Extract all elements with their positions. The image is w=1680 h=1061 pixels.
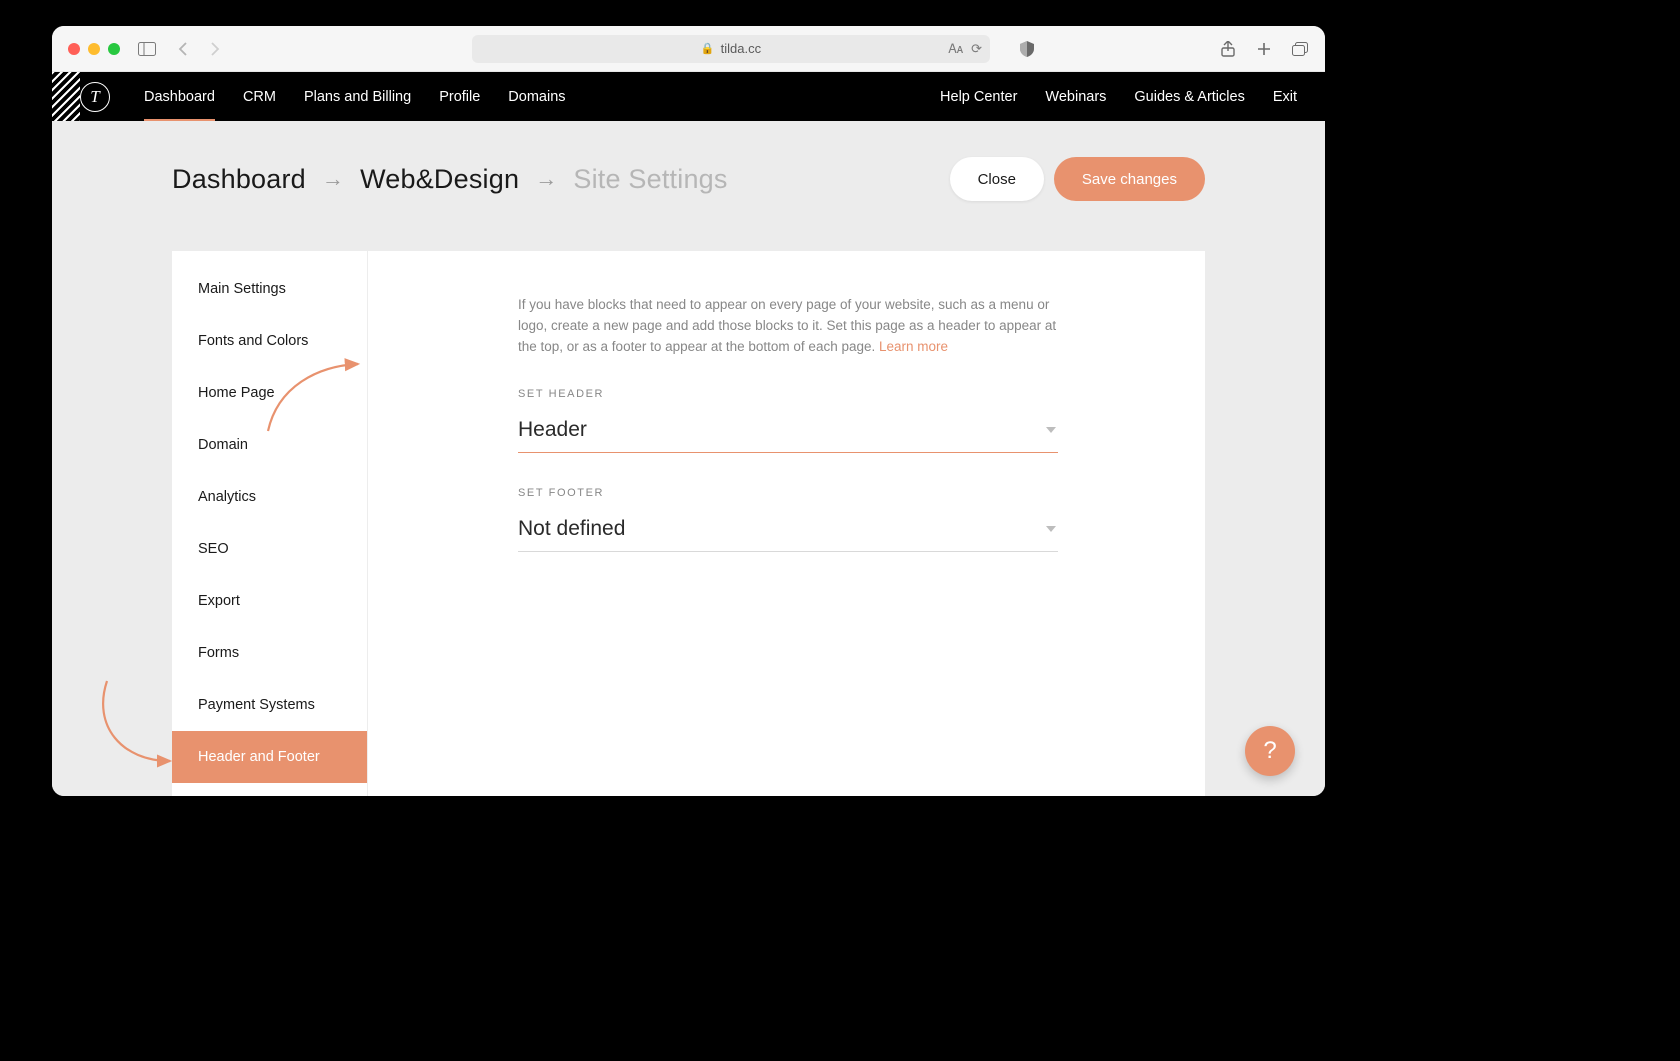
close-window-button[interactable] [68, 43, 80, 55]
sidebar-toggle-icon[interactable] [138, 40, 156, 58]
browser-window: 🔒 tilda.cc 🗛 ⟳ [52, 26, 1325, 796]
header-select[interactable]: Header [518, 412, 1058, 453]
page-header: Dashboard → Web&Design → Site Settings C… [52, 121, 1325, 201]
set-footer-label: SET FOOTER [518, 487, 1133, 499]
breadcrumb-item[interactable]: Dashboard [172, 164, 306, 195]
sidebar-item-payment-systems[interactable]: Payment Systems [172, 679, 367, 731]
sidebar-item-domain[interactable]: Domain [172, 419, 367, 471]
footer-select-value: Not defined [518, 517, 625, 541]
settings-content: If you have blocks that need to appear o… [368, 251, 1205, 796]
chevron-right-icon: → [535, 166, 557, 192]
footer-select[interactable]: Not defined [518, 511, 1058, 552]
nav-profile[interactable]: Profile [439, 89, 480, 105]
set-header-group: SET HEADER Header [518, 388, 1133, 453]
breadcrumb-current: Site Settings [573, 164, 727, 195]
settings-panel: Main Settings Fonts and Colors Home Page… [172, 251, 1205, 796]
nav-plans-billing[interactable]: Plans and Billing [304, 89, 411, 105]
save-changes-button[interactable]: Save changes [1054, 157, 1205, 201]
sidebar-item-analytics[interactable]: Analytics [172, 471, 367, 523]
nav-guides-articles[interactable]: Guides & Articles [1134, 89, 1244, 105]
shield-icon[interactable] [1018, 40, 1036, 58]
maximize-window-button[interactable] [108, 43, 120, 55]
breadcrumb: Dashboard → Web&Design → Site Settings [172, 164, 728, 195]
url-bar[interactable]: 🔒 tilda.cc 🗛 ⟳ [472, 35, 990, 63]
app-top-nav: T Dashboard CRM Plans and Billing Profil… [52, 72, 1325, 121]
set-footer-group: SET FOOTER Not defined [518, 487, 1133, 552]
minimize-window-button[interactable] [88, 43, 100, 55]
sidebar-item-seo[interactable]: SEO [172, 523, 367, 575]
nav-crm[interactable]: CRM [243, 89, 276, 105]
section-description: If you have blocks that need to appear o… [518, 295, 1058, 358]
nav-webinars[interactable]: Webinars [1045, 89, 1106, 105]
back-button[interactable] [174, 40, 192, 58]
new-tab-icon[interactable] [1255, 40, 1273, 58]
set-header-label: SET HEADER [518, 388, 1133, 400]
chevron-down-icon [1046, 427, 1056, 433]
chevron-right-icon: → [322, 166, 344, 192]
sidebar-item-fonts-colors[interactable]: Fonts and Colors [172, 315, 367, 367]
nav-exit[interactable]: Exit [1273, 89, 1297, 105]
breadcrumb-item[interactable]: Web&Design [360, 164, 519, 195]
close-button[interactable]: Close [950, 157, 1044, 201]
chevron-down-icon [1046, 526, 1056, 532]
help-fab[interactable]: ? [1245, 726, 1295, 776]
annotation-arrow-icon [82, 676, 182, 776]
sidebar-item-forms[interactable]: Forms [172, 627, 367, 679]
url-host: tilda.cc [721, 41, 761, 56]
share-icon[interactable] [1219, 40, 1237, 58]
tabs-icon[interactable] [1291, 40, 1309, 58]
tilda-logo[interactable]: T [80, 82, 110, 112]
forward-button[interactable] [206, 40, 224, 58]
app-body: Dashboard → Web&Design → Site Settings C… [52, 121, 1325, 796]
learn-more-link[interactable]: Learn more [879, 339, 948, 354]
sidebar-item-header-footer[interactable]: Header and Footer [172, 731, 367, 783]
sidebar-item-export[interactable]: Export [172, 575, 367, 627]
nav-dashboard[interactable]: Dashboard [144, 89, 215, 105]
nav-domains[interactable]: Domains [508, 89, 565, 105]
header-select-value: Header [518, 418, 587, 442]
lock-icon: 🔒 [701, 42, 715, 55]
translate-icon[interactable]: 🗛 [948, 41, 963, 57]
browser-nav-arrows [174, 40, 224, 58]
sidebar-item-home-page[interactable]: Home Page [172, 367, 367, 419]
nav-help-center[interactable]: Help Center [940, 89, 1017, 105]
decorative-strip [52, 72, 80, 121]
settings-sidebar: Main Settings Fonts and Colors Home Page… [172, 251, 368, 796]
reload-icon[interactable]: ⟳ [971, 41, 982, 57]
browser-chrome: 🔒 tilda.cc 🗛 ⟳ [52, 26, 1325, 72]
traffic-lights [68, 43, 120, 55]
sidebar-item-main-settings[interactable]: Main Settings [172, 263, 367, 315]
